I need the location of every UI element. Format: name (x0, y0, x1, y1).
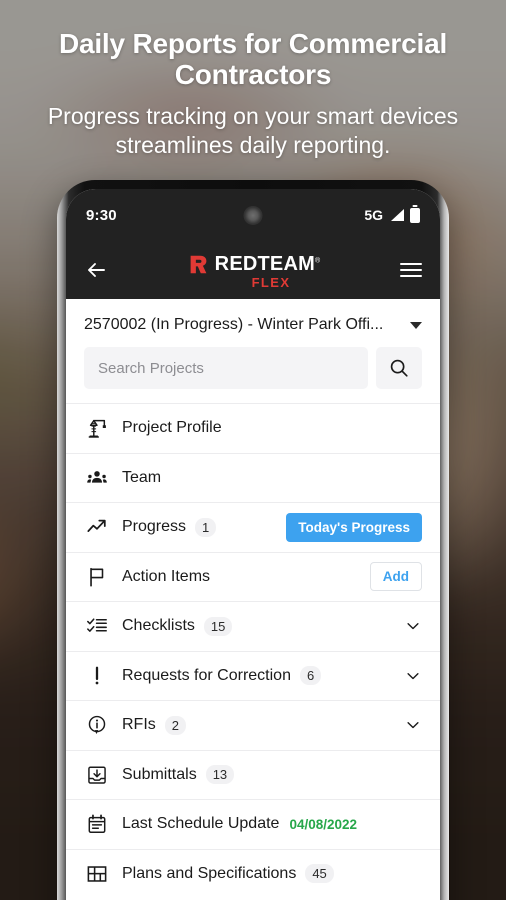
menu-row-plans-and-specifications[interactable]: Plans and Specifications 45 (66, 848, 440, 899)
promo-headline: Daily Reports for Commercial Contractors (58, 28, 448, 91)
status-clock: 9:30 (86, 206, 117, 224)
redteam-flex-logo: REDTEAM® FLEX (188, 253, 321, 290)
menu-row-label: Action Items (122, 567, 211, 585)
search-input[interactable] (98, 359, 354, 377)
battery-full-icon (410, 207, 420, 223)
redteam-r-logo-icon (190, 255, 207, 273)
search-row (66, 347, 440, 403)
menu-row-label: Plans and Specifications (122, 864, 297, 882)
status-indicators: 5G (364, 207, 420, 223)
trending-up-icon (86, 516, 108, 538)
chevron-down-icon[interactable] (404, 617, 422, 635)
front-camera-icon (243, 206, 263, 225)
project-selector[interactable]: 2570002 (In Progress) - Winter Park Offi… (66, 299, 440, 347)
menu-row-label: Team (122, 468, 162, 486)
chevron-down-icon[interactable] (410, 321, 422, 329)
back-arrow-icon[interactable] (84, 258, 108, 282)
add-action-item-button[interactable]: Add (369, 562, 422, 592)
phone-screen: 9:30 5G REDTEAM® FLEX 2570002 (In Progre… (66, 189, 440, 900)
people-group-icon (86, 467, 108, 489)
chevron-down-icon[interactable] (404, 716, 422, 734)
calendar-icon (86, 813, 108, 835)
menu-row-last-schedule-update[interactable]: Last Schedule Update 04/08/2022 (66, 799, 440, 849)
menu-row-count-badge: 13 (205, 765, 235, 785)
logo-wordmark: REDTEAM® (215, 253, 321, 276)
app-bar: REDTEAM® FLEX (66, 241, 440, 299)
crane-icon (86, 417, 108, 439)
menu-row-rfis[interactable]: RFIs 2 (66, 700, 440, 750)
logo-wordmark-text: REDTEAM (214, 252, 315, 275)
menu-row-count-badge: 2 (164, 715, 187, 735)
logo-primary-row: REDTEAM® (188, 253, 321, 276)
phone-mockup: 9:30 5G REDTEAM® FLEX 2570002 (In Progre… (57, 180, 449, 900)
project-menu-list: Project Profile Team Progress 1 Today's Prog… (66, 403, 440, 898)
hamburger-bar (400, 275, 422, 278)
search-icon (390, 359, 408, 377)
menu-row-count-badge: 6 (299, 666, 322, 686)
logo-sub-wordmark: FLEX (251, 274, 291, 290)
search-field-wrapper[interactable] (84, 347, 368, 389)
menu-row-action-items[interactable]: Action Items Add (66, 551, 440, 602)
menu-row-label: Checklists (122, 617, 195, 635)
menu-row-label: Requests for Correction (122, 666, 291, 684)
menu-row-label: RFIs (122, 716, 156, 734)
menu-row-label: Project Profile (122, 419, 222, 437)
hamburger-menu-icon[interactable] (400, 262, 422, 278)
menu-row-submittals[interactable]: Submittals 13 (66, 749, 440, 800)
checklist-icon (86, 615, 108, 637)
promo-text-block: Daily Reports for Commercial Contractors… (0, 28, 506, 161)
menu-row-project-profile[interactable]: Project Profile (66, 403, 440, 453)
menu-row-count-badge: 45 (305, 864, 334, 884)
floorplan-icon (86, 863, 108, 885)
network-label: 5G (364, 207, 383, 223)
todays-progress-button[interactable]: Today's Progress (286, 512, 422, 542)
search-button[interactable] (376, 347, 422, 389)
menu-row-label: Submittals (122, 765, 197, 783)
menu-row-count-badge: 1 (195, 517, 217, 537)
menu-row-count-badge: 15 (203, 616, 233, 636)
menu-row-checklists[interactable]: Checklists 15 (66, 601, 440, 651)
selected-project-label: 2570002 (In Progress) - Winter Park Offi… (84, 316, 384, 333)
menu-row-team[interactable]: Team (66, 452, 440, 503)
info-bubble-icon (86, 714, 108, 736)
menu-row-label: Progress (122, 518, 187, 536)
status-bar: 9:30 5G (66, 189, 440, 241)
hamburger-bar (400, 262, 422, 265)
menu-row-progress[interactable]: Progress 1 Today's Progress (66, 502, 440, 552)
promo-subheadline: Progress tracking on your smart devices … (47, 102, 459, 159)
menu-row-label: Last Schedule Update (122, 815, 280, 833)
registered-mark: ® (314, 256, 321, 264)
menu-row-date-value: 04/08/2022 (289, 816, 358, 832)
exclamation-icon (86, 665, 108, 687)
inbox-download-icon (86, 764, 108, 786)
menu-row-requests-for-correction[interactable]: Requests for Correction 6 (66, 650, 440, 701)
signal-bars-icon (391, 209, 404, 221)
hamburger-bar (400, 268, 422, 272)
chevron-down-icon[interactable] (404, 667, 422, 685)
flag-icon (86, 566, 108, 588)
